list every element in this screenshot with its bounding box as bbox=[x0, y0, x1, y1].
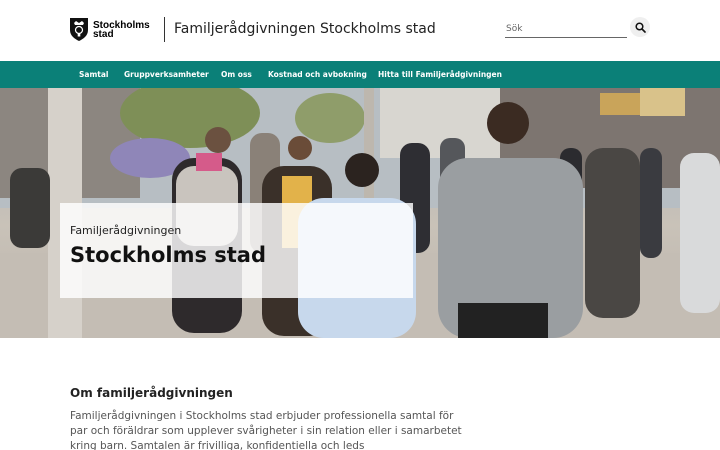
nav-item-samtal[interactable]: Samtal bbox=[79, 61, 109, 88]
search-field[interactable] bbox=[505, 16, 627, 40]
site-title[interactable]: Familjerådgivningen Stockholms stad bbox=[174, 21, 436, 37]
logo-line-2: stad bbox=[93, 28, 114, 40]
site-header: Stockholms stad Familjerådgivningen Stoc… bbox=[0, 0, 720, 61]
search-input[interactable] bbox=[505, 18, 627, 40]
header-divider bbox=[164, 17, 165, 42]
nav-item-hitta-till[interactable]: Hitta till Familjerådgivningen bbox=[378, 61, 502, 88]
search-icon bbox=[634, 21, 646, 33]
intro-heading: Om familjerådgivningen bbox=[70, 386, 233, 400]
hero-kicker: Familjerådgivningen bbox=[70, 224, 182, 237]
stockholm-logo[interactable]: Stockholms stad bbox=[69, 17, 150, 42]
nav-item-om-oss[interactable]: Om oss bbox=[221, 61, 252, 88]
hero-banner: Familjerådgivningen Stockholms stad bbox=[0, 88, 720, 338]
search-button[interactable] bbox=[630, 17, 650, 37]
nav-item-kostnad-och-avbokning[interactable]: Kostnad och avbokning bbox=[268, 61, 367, 88]
hero-text-box: Familjerådgivningen Stockholms stad bbox=[60, 203, 413, 298]
stockholm-crown-shield-icon bbox=[70, 18, 88, 41]
nav-item-gruppverksamheter[interactable]: Gruppverksamheter bbox=[124, 61, 209, 88]
intro-section: Om familjerådgivningen Familjerådgivning… bbox=[70, 386, 470, 450]
main-navigation: Samtal Gruppverksamheter Om oss Kostnad … bbox=[0, 61, 720, 88]
intro-body: Familjerådgivningen i Stockholms stad er… bbox=[70, 410, 462, 450]
hero-title: Stockholms stad bbox=[70, 243, 267, 267]
